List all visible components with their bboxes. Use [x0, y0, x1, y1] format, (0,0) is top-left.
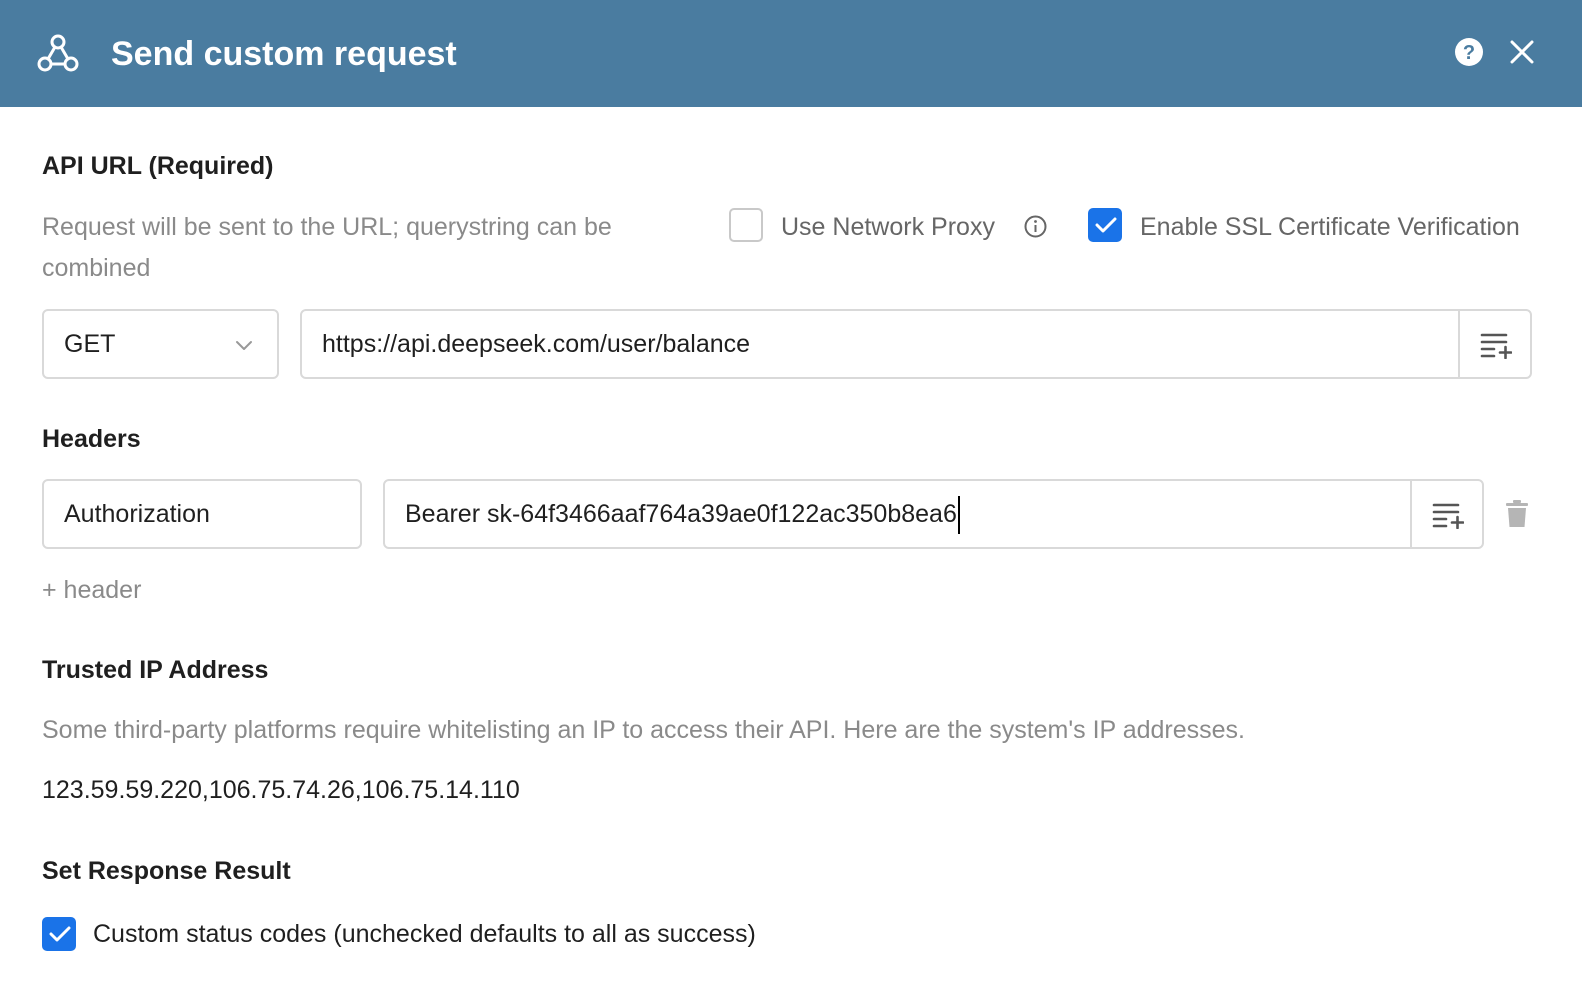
- method-value: GET: [64, 330, 116, 358]
- enable-ssl-label[interactable]: Enable SSL Certificate Verification: [1140, 210, 1520, 244]
- header-value-input[interactable]: Bearer sk-64f3466aaf764a39ae0f122ac350b8…: [383, 479, 1484, 549]
- text-cursor: [957, 496, 960, 535]
- dialog-title: Send custom request: [111, 35, 457, 73]
- url-insert-variable-button[interactable]: [1458, 311, 1530, 377]
- help-icon[interactable]: ?: [1454, 37, 1484, 67]
- api-url-label: API URL (Required): [42, 152, 274, 180]
- header-insert-variable-button[interactable]: [1410, 481, 1482, 547]
- dialog-header: Send custom request ?: [0, 0, 1582, 107]
- checkmark-icon: [49, 926, 71, 942]
- trusted-ip-label: Trusted IP Address: [42, 656, 269, 684]
- use-network-proxy-label[interactable]: Use Network Proxy: [781, 210, 995, 244]
- info-icon[interactable]: [1024, 215, 1047, 238]
- close-icon[interactable]: [1508, 38, 1536, 66]
- checkmark-icon: [1095, 217, 1117, 233]
- method-select[interactable]: GET: [42, 309, 279, 379]
- custom-status-label[interactable]: Custom status codes (unchecked defaults …: [93, 916, 756, 952]
- svg-text:?: ?: [1463, 42, 1475, 64]
- headers-label: Headers: [42, 425, 141, 453]
- header-value-text: Bearer sk-64f3466aaf764a39ae0f122ac350b8…: [405, 481, 960, 547]
- enable-ssl-checkbox[interactable]: [1088, 208, 1122, 242]
- use-network-proxy-checkbox[interactable]: [729, 208, 763, 242]
- insert-variable-icon: [1480, 333, 1512, 359]
- webhook-icon: [37, 34, 79, 72]
- add-header-button[interactable]: + header: [42, 572, 141, 608]
- chevron-down-icon: [236, 341, 252, 350]
- api-url-description: Request will be sent to the URL; queryst…: [42, 213, 612, 282]
- header-key-input[interactable]: Authorization: [42, 479, 362, 549]
- header-key-value: Authorization: [64, 500, 210, 528]
- insert-variable-icon: [1432, 503, 1464, 529]
- url-input[interactable]: https://api.deepseek.com/user/balance: [300, 309, 1532, 379]
- custom-status-checkbox[interactable]: [42, 917, 76, 951]
- trusted-ip-description: Some third-party platforms require white…: [42, 716, 1245, 744]
- trash-icon[interactable]: [1505, 500, 1529, 528]
- response-result-label: Set Response Result: [42, 857, 291, 885]
- url-value: https://api.deepseek.com/user/balance: [322, 330, 751, 358]
- trusted-ip-list: 123.59.59.220,106.75.74.26,106.75.14.110: [42, 776, 520, 804]
